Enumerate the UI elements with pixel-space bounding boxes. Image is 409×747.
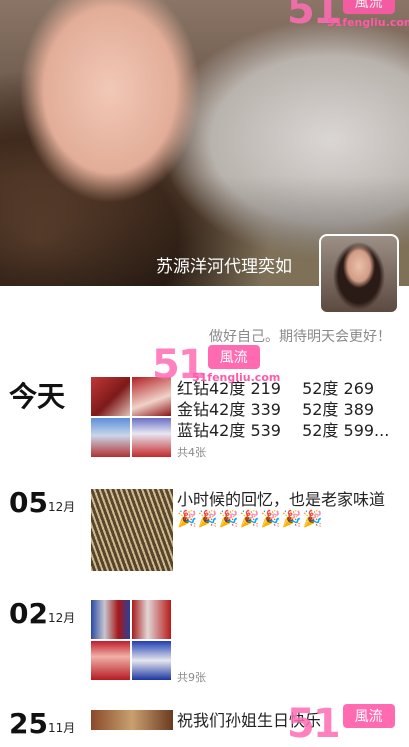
watermark-tag: 風流	[342, 0, 395, 14]
avatar[interactable]	[319, 234, 399, 314]
post-photo[interactable]	[91, 710, 173, 730]
post-photo[interactable]	[91, 489, 173, 571]
post-text[interactable]: 小时候的回忆，也是老家味道	[177, 489, 385, 510]
photo-count: 共4张	[177, 446, 206, 459]
post-photo[interactable]	[91, 377, 130, 416]
post-date-month: 12月	[48, 500, 76, 514]
post-date-month: 11月	[48, 721, 76, 735]
post-text-line: 蓝钻42度 539 52度 599...	[177, 421, 390, 440]
party-emojis: 🎉🎉🎉🎉🎉🎉🎉	[177, 509, 324, 528]
signature: 做好自己。期待明天会更好！	[209, 329, 391, 345]
watermark-logo: 51 風流	[287, 704, 395, 744]
photo-count: 共9张	[177, 671, 206, 684]
post-date-month: 12月	[48, 611, 76, 625]
post-photo[interactable]	[91, 600, 130, 639]
post-photo[interactable]	[132, 418, 171, 457]
profile-name[interactable]: 苏源洋河代理奕如	[156, 252, 292, 277]
watermark-tag: 風流	[207, 345, 260, 369]
post-date-today: 今天	[9, 380, 66, 413]
post-text[interactable]: 红钻42度 219 52度 269 金钻42度 339 52度 389 蓝钻42…	[177, 378, 389, 441]
post-photo[interactable]	[132, 641, 171, 680]
post-text-line: 金钻42度 339 52度 389	[177, 400, 375, 419]
post-date-day: 25	[9, 707, 48, 740]
watermark-site: 51fengliu.com	[192, 371, 281, 384]
post-date-day: 02	[9, 597, 48, 630]
watermark-tag: 風流	[342, 704, 395, 728]
post-photo[interactable]	[91, 418, 130, 457]
post-photo[interactable]	[91, 641, 130, 680]
watermark-logo: 51 風流 51fengliu.com	[287, 0, 409, 30]
post-date-day: 05	[9, 486, 48, 519]
watermark-site: 51fengliu.com	[327, 16, 409, 29]
post-photo[interactable]	[132, 600, 171, 639]
watermark-logo: 51 風流 51fengliu.com	[152, 345, 280, 385]
watermark-number: 51	[287, 701, 341, 747]
